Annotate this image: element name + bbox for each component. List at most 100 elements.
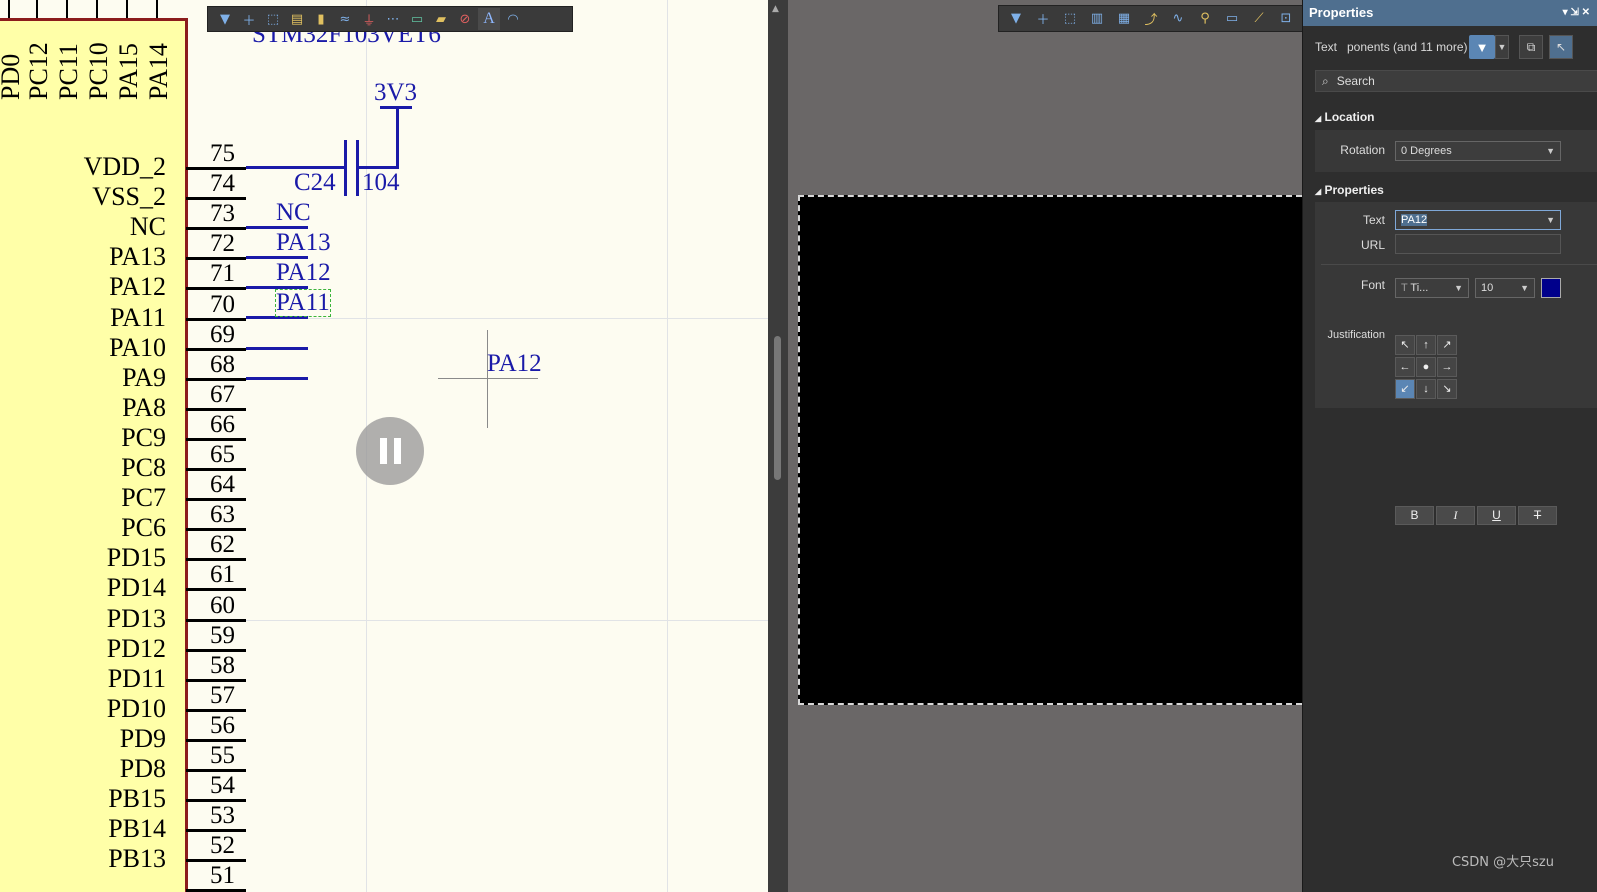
pin-number: 72: [210, 230, 235, 258]
net-wire-pa9[interactable]: [246, 377, 308, 380]
italic-button[interactable]: I: [1436, 506, 1475, 525]
panel-controls[interactable]: ▾ ⇲ ✕: [1563, 0, 1590, 26]
search-box[interactable]: ⌕: [1315, 70, 1597, 92]
place-part-icon[interactable]: ▮: [310, 8, 332, 30]
url-input[interactable]: [1395, 234, 1561, 254]
text-icon[interactable]: A: [478, 8, 500, 30]
capacitor-designator[interactable]: C24: [294, 170, 336, 196]
schematic-vertical-scrollbar[interactable]: ▲: [768, 0, 788, 892]
pin-name: PD9: [119, 723, 166, 753]
search-input[interactable]: [1334, 73, 1579, 89]
power-wire[interactable]: [396, 106, 399, 168]
pin-line[interactable]: [186, 287, 246, 291]
net-label-nc[interactable]: NC: [276, 200, 311, 226]
capacitor-value[interactable]: 104: [362, 170, 400, 196]
justification-button[interactable]: →: [1437, 357, 1457, 377]
pause-overlay-button[interactable]: [356, 417, 424, 485]
justification-button[interactable]: ↓: [1416, 379, 1436, 399]
rotation-value: 0 Degrees: [1401, 145, 1452, 157]
align-icon[interactable]: ▥: [1086, 8, 1108, 30]
filter-icon[interactable]: ▼: [1005, 8, 1027, 30]
copy-selection-icon[interactable]: ⧉: [1519, 35, 1543, 59]
schematic-canvas[interactable]: PD0 PC12 PC11 PC10 PA15 PA14 VDD_2 75 VSS_2 74 NC…: [0, 0, 768, 892]
font-size-value: 10: [1481, 282, 1494, 294]
justification-button[interactable]: ↘: [1437, 379, 1457, 399]
pin-name: PB14: [108, 814, 166, 844]
sheet-symbol-icon[interactable]: ▭: [406, 8, 428, 30]
net-label-pa12[interactable]: PA12: [276, 260, 331, 286]
pin-number: 70: [210, 290, 235, 318]
select-rect-icon[interactable]: ⬚: [1059, 8, 1081, 30]
pin-name: PB13: [108, 844, 166, 874]
wire-icon[interactable]: ≈: [334, 8, 356, 30]
diff-pair-icon[interactable]: ∿: [1167, 8, 1189, 30]
pin-number: 73: [210, 200, 235, 228]
pin-name: PA8: [122, 392, 166, 422]
justification-button[interactable]: ●: [1416, 357, 1436, 377]
power-port-label[interactable]: 3V3: [374, 80, 417, 106]
font-color-swatch[interactable]: [1541, 278, 1561, 298]
pin-number: 52: [210, 832, 235, 860]
pcb-canvas[interactable]: ▼ ＋ ⬚ ▥ ▦ ⤴ ∿ ⚲ ▭ ⟋ ⊡: [788, 0, 1302, 892]
pcb-board-outline[interactable]: [798, 195, 1302, 705]
pcb-active-bar: ▼ ＋ ⬚ ▥ ▦ ⤴ ∿ ⚲ ▭ ⟋ ⊡: [998, 5, 1302, 32]
dimension-icon[interactable]: ⊡: [1275, 8, 1297, 30]
component-icon[interactable]: ▦: [1113, 8, 1135, 30]
pin-name: PA9: [122, 362, 166, 392]
select-mode-icon[interactable]: ↖: [1549, 35, 1573, 59]
filter-icon[interactable]: ▼: [1469, 35, 1495, 59]
move-icon[interactable]: ＋: [1032, 8, 1054, 30]
filter-dropdown-chevron-icon[interactable]: ▼: [1495, 35, 1509, 59]
pin-name: PD11: [107, 663, 166, 693]
polygon-icon[interactable]: ▭: [1221, 8, 1243, 30]
align-icon[interactable]: ▤: [286, 8, 308, 30]
font-size-dropdown[interactable]: 10 ▼: [1475, 278, 1535, 298]
net-wire-pa10[interactable]: [246, 347, 308, 350]
justification-button[interactable]: ←: [1395, 357, 1415, 377]
net-label-pa13[interactable]: PA13: [276, 230, 331, 256]
underline-button[interactable]: U: [1477, 506, 1516, 525]
font-label: Font: [1360, 278, 1385, 292]
arc-icon[interactable]: ◠: [502, 8, 524, 30]
pin-number: 64: [210, 471, 235, 499]
justification-button[interactable]: ↑: [1416, 335, 1436, 355]
no-erc-icon[interactable]: ⊘: [454, 8, 476, 30]
filter-icon[interactable]: ▼: [214, 8, 236, 30]
select-rect-icon[interactable]: ⬚: [262, 8, 284, 30]
selection-filter-row: Text ponents (and 11 more) ▼ ▼ ⧉ ↖: [1315, 34, 1597, 60]
scroll-thumb[interactable]: [774, 336, 781, 480]
filter-scope[interactable]: ponents (and 11 more): [1347, 40, 1469, 54]
net-wire-pa11[interactable]: [246, 316, 308, 319]
properties-section-title: Properties: [1324, 183, 1384, 197]
justification-button[interactable]: ↗: [1437, 335, 1457, 355]
pin-number: 56: [210, 711, 235, 739]
gnd-port-icon[interactable]: ⏚: [358, 8, 380, 30]
chevron-down-icon: ▼: [1546, 215, 1555, 225]
location-section-header[interactable]: ◢ Location: [1315, 110, 1375, 124]
pin-line[interactable]: [186, 588, 246, 592]
properties-section-header[interactable]: ◢ Properties: [1315, 183, 1384, 197]
bold-button[interactable]: B: [1395, 506, 1434, 525]
route-icon[interactable]: ⤴: [1140, 8, 1162, 30]
strikethrough-button[interactable]: T: [1518, 506, 1557, 525]
line-icon[interactable]: ⟋: [1248, 8, 1270, 30]
grid-line: [667, 0, 668, 892]
pin-name: PC9: [121, 422, 166, 452]
via-icon[interactable]: ⚲: [1194, 8, 1216, 30]
scroll-up-icon[interactable]: ▲: [772, 4, 779, 14]
net-label-icon[interactable]: ⋯: [382, 8, 404, 30]
justification-button[interactable]: ↙: [1395, 379, 1415, 399]
pin-number: 57: [210, 681, 235, 709]
top-pin-label: PC10: [84, 42, 113, 100]
pin-number: 60: [210, 591, 235, 619]
net-label-pa11[interactable]: PA11: [275, 289, 331, 317]
text-value: PA12: [1401, 214, 1428, 226]
port-icon[interactable]: ▰: [430, 8, 452, 30]
rotation-dropdown[interactable]: 0 Degrees ▼: [1395, 141, 1561, 161]
text-value-field[interactable]: PA12 ▼: [1395, 210, 1561, 230]
font-family-dropdown[interactable]: T Ti... ▼: [1395, 278, 1469, 298]
justification-button[interactable]: ↖: [1395, 335, 1415, 355]
floating-net-label[interactable]: PA12: [487, 351, 542, 377]
move-icon[interactable]: ＋: [238, 8, 260, 30]
chevron-down-icon: ▼: [1454, 283, 1463, 293]
